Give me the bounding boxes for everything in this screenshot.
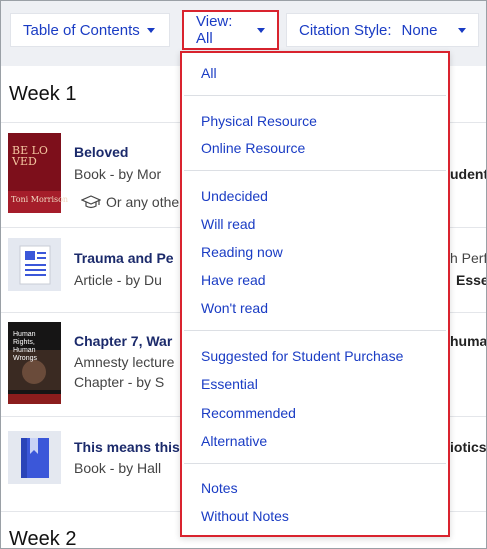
item-subtitle: h Perf <box>450 250 487 266</box>
article-icon <box>19 245 51 285</box>
item-meta: Article - by Du <box>74 272 162 288</box>
student-note: Or any othe <box>81 194 179 210</box>
menu-item-undecided[interactable]: Undecided <box>201 188 268 204</box>
item-tag: udent <box>450 166 487 182</box>
menu-item-wont-read[interactable]: Won't read <box>201 300 268 316</box>
view-label: View: All <box>196 13 233 47</box>
cover-title-text: BE LO VED <box>12 144 48 168</box>
item-tag: Esse <box>456 272 487 288</box>
menu-item-notes[interactable]: Notes <box>201 480 238 496</box>
chevron-down-icon <box>146 27 155 33</box>
view-filter-button[interactable]: View: All <box>182 10 279 50</box>
menu-item-have-read[interactable]: Have read <box>201 272 266 288</box>
chevron-down-icon <box>458 27 466 33</box>
book-cover-thumbnail: Human Rights, Human Wrongs <box>8 322 61 404</box>
article-thumbnail <box>8 238 61 291</box>
view-filter-dropdown: All Physical Resource Online Resource Un… <box>180 51 450 537</box>
menu-divider <box>184 463 446 464</box>
graduation-cap-icon <box>81 195 101 209</box>
menu-item-alternative[interactable]: Alternative <box>201 433 267 449</box>
item-meta: Book - by Mor <box>74 166 162 182</box>
menu-divider <box>184 170 446 171</box>
item-title[interactable]: Trauma and Pe <box>74 250 174 266</box>
toc-label: Table of Contents <box>23 21 140 39</box>
menu-item-recommended[interactable]: Recommended <box>201 405 296 421</box>
cover-title-text: Human Rights, Human Wrongs <box>13 331 37 362</box>
reading-list-view: Table of Contents View: All Citation Sty… <box>0 0 487 549</box>
citation-label: Citation Style: <box>299 21 392 39</box>
menu-item-without-notes[interactable]: Without Notes <box>201 508 289 524</box>
section-title: Week 2 <box>9 528 77 549</box>
menu-divider <box>184 95 446 96</box>
section-title: Week 1 <box>9 82 77 105</box>
item-title[interactable]: This means this <box>74 439 180 455</box>
menu-item-essential[interactable]: Essential <box>201 376 258 392</box>
menu-item-reading-now[interactable]: Reading now <box>201 244 283 260</box>
item-title-continued: huma <box>450 333 487 349</box>
menu-item-will-read[interactable]: Will read <box>201 216 255 232</box>
cover-author-text: Toni Morrison <box>11 195 69 204</box>
item-title-continued: iotics <box>450 439 487 455</box>
item-title[interactable]: Beloved <box>74 144 128 160</box>
book-thumbnail <box>8 431 61 484</box>
item-title[interactable]: Chapter 7, War <box>74 333 172 349</box>
citation-value: None <box>401 21 438 39</box>
student-note-text: Or any othe <box>106 194 180 210</box>
book-icon <box>21 438 49 478</box>
menu-item-all[interactable]: All <box>201 65 217 81</box>
menu-divider <box>184 330 446 331</box>
citation-style-button[interactable]: Citation Style: None <box>286 13 479 47</box>
book-cover-thumbnail: BE LO VED Toni Morrison <box>8 133 69 213</box>
table-of-contents-button[interactable]: Table of Contents <box>10 13 170 47</box>
item-type: Chapter - by S <box>74 374 165 390</box>
menu-item-online-resource[interactable]: Online Resource <box>201 140 305 156</box>
menu-item-suggested-student-purchase[interactable]: Suggested for Student Purchase <box>201 348 403 364</box>
item-meta: Book - by Hall <box>74 460 162 476</box>
menu-item-physical-resource[interactable]: Physical Resource <box>201 113 317 129</box>
chevron-down-icon <box>257 27 265 33</box>
item-meta: Amnesty lecture <box>74 354 175 370</box>
